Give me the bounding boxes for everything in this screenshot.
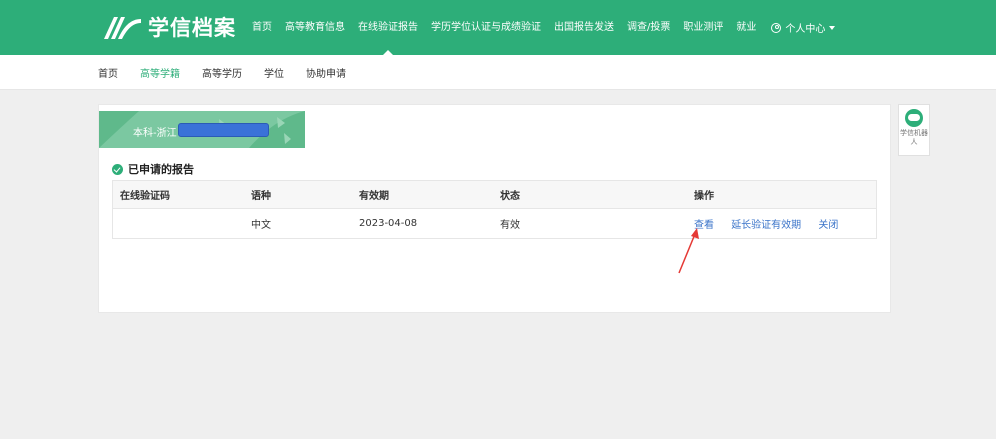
subnav-higher-degree-record[interactable]: 高等学历 xyxy=(202,65,242,80)
chat-robot-widget[interactable]: 学信机器人 xyxy=(898,104,930,156)
logo-text: 学信档案 xyxy=(148,16,236,40)
reports-table: 在线验证码 语种 有效期 状态 操作 中文 2023-04-08 有效 查看 延… xyxy=(112,180,877,239)
top-navigation-bar: 学信档案 首页 高等教育信息 在线验证报告 学历学位认证与成绩验证 出国报告发送… xyxy=(0,0,996,55)
section-title: 已申请的报告 xyxy=(112,161,194,177)
subnav-home[interactable]: 首页 xyxy=(98,65,118,80)
user-center-label: 个人中心 xyxy=(785,24,826,35)
nav-online-verification[interactable]: 在线验证报告 xyxy=(358,0,418,55)
annotation-arrow-icon xyxy=(678,228,699,274)
redacted-school-name xyxy=(178,123,269,137)
logo-mark-icon xyxy=(104,17,141,39)
subnav-degree[interactable]: 学位 xyxy=(264,65,284,80)
banner-text: 本科-浙江 xyxy=(133,128,177,139)
caret-down-icon xyxy=(829,25,836,30)
subnav-assist-apply[interactable]: 协助申请 xyxy=(306,65,346,80)
close-link[interactable]: 关闭 xyxy=(818,220,838,231)
robot-icon xyxy=(905,109,923,127)
nav-higher-education[interactable]: 高等教育信息 xyxy=(285,0,345,55)
sub-navigation-bar: 首页 高等学籍 高等学历 学位 协助申请 xyxy=(0,55,996,90)
nav-career-assessment[interactable]: 职业测评 xyxy=(683,0,723,55)
main-nav: 首页 高等教育信息 在线验证报告 学历学位认证与成绩验证 出国报告发送 调查/投… xyxy=(252,0,836,55)
header-valid-until: 有效期 xyxy=(359,191,389,202)
education-banner: 本科-浙江 xyxy=(99,111,305,148)
report-card: 本科-浙江 已申请的报告 在线验证码 语种 有效期 状态 操作 中文 2023-… xyxy=(98,104,891,313)
row-valid-until: 2023-04-08 xyxy=(359,218,418,229)
nav-survey-vote[interactable]: 调查/投票 xyxy=(627,0,670,55)
table-header: 在线验证码 语种 有效期 状态 操作 xyxy=(113,181,876,209)
row-actions: 查看 延长验证有效期 关闭 xyxy=(694,216,852,231)
nav-certification[interactable]: 学历学位认证与成绩验证 xyxy=(431,0,541,55)
nav-home[interactable]: 首页 xyxy=(252,0,272,55)
user-center-menu[interactable]: 个人中心 xyxy=(771,20,836,35)
check-circle-icon xyxy=(112,163,123,175)
section-title-text: 已申请的报告 xyxy=(128,163,194,176)
robot-label: 学信机器人 xyxy=(900,129,928,146)
nav-overseas-report[interactable]: 出国报告发送 xyxy=(554,0,614,55)
header-status: 状态 xyxy=(500,191,520,202)
extend-validity-link[interactable]: 延长验证有效期 xyxy=(731,220,801,231)
subnav-higher-enrollment[interactable]: 高等学籍 xyxy=(140,65,180,80)
user-icon xyxy=(771,22,782,33)
nav-employment[interactable]: 就业 xyxy=(736,0,756,55)
header-actions: 操作 xyxy=(694,191,714,202)
row-status: 有效 xyxy=(500,220,520,231)
table-row: 中文 2023-04-08 有效 查看 延长验证有效期 关闭 xyxy=(113,209,876,238)
header-language: 语种 xyxy=(251,191,271,202)
site-logo[interactable]: 学信档案 xyxy=(102,12,236,42)
row-language: 中文 xyxy=(251,220,271,231)
header-verification-code: 在线验证码 xyxy=(120,191,170,202)
